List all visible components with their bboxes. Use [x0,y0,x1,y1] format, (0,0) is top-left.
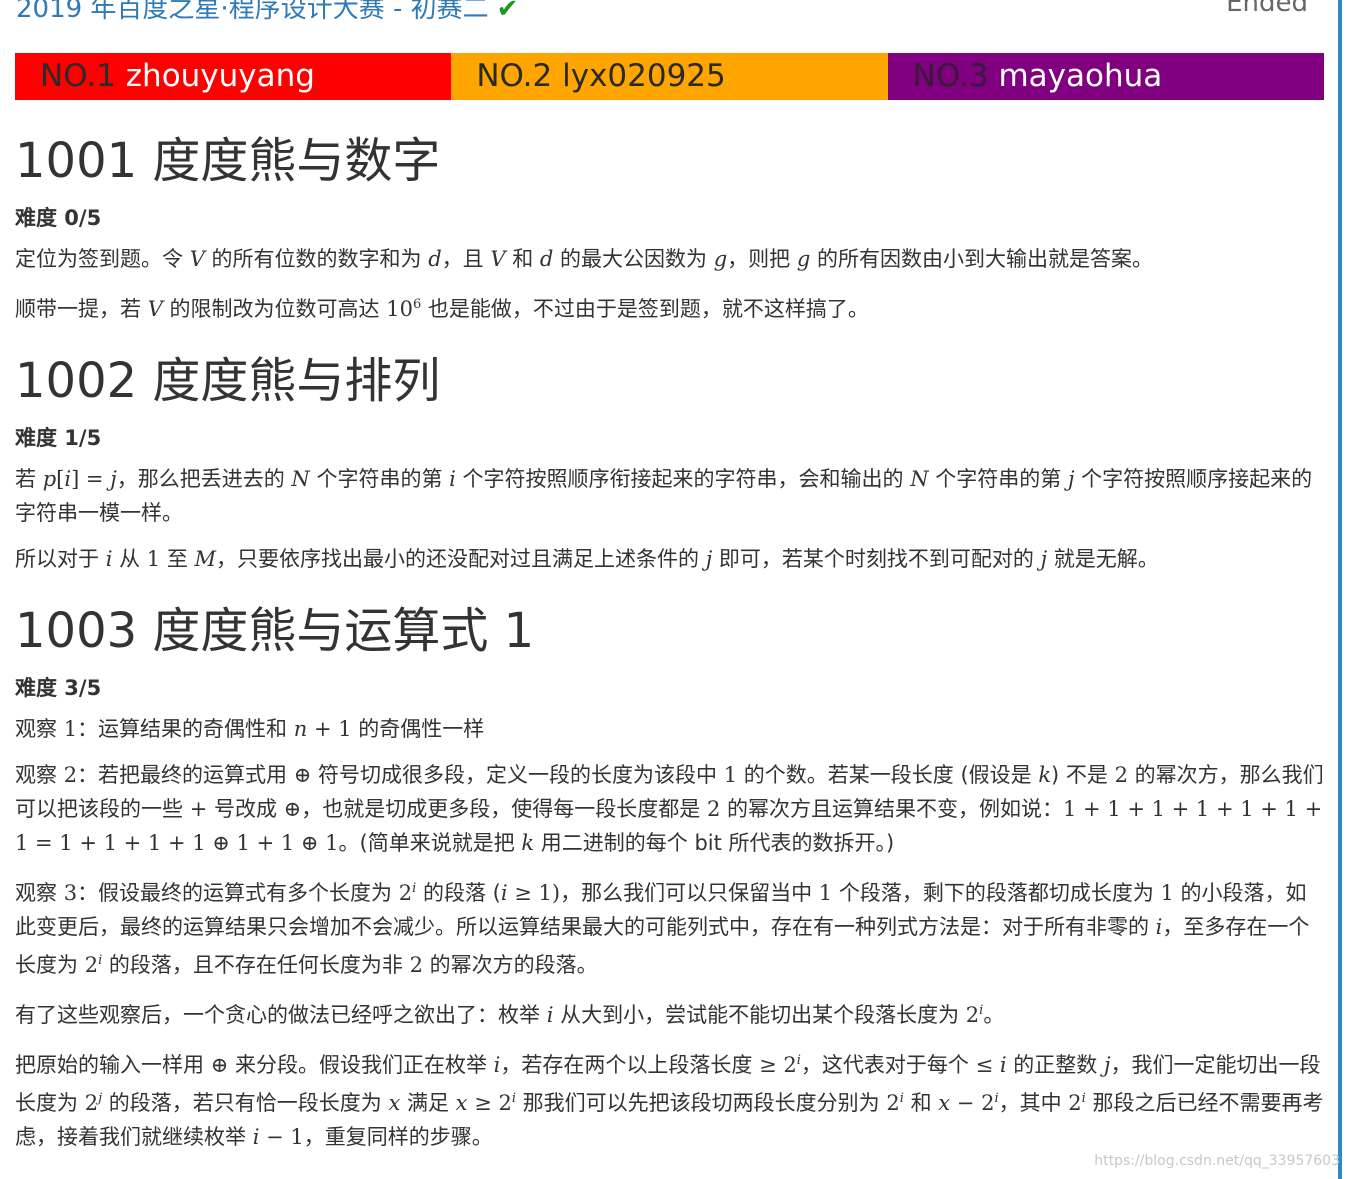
problem-title: 1003 度度熊与运算式 1 [15,603,535,659]
problem-title: 1002 度度熊与排列 [15,353,441,409]
paragraph: 顺带一提，若 V 的限制改为位数可高达 106 也是能做，不过由于是签到题，就不… [15,297,869,321]
paragraph: 所以对于 i 从 1 至 M，只要依序找出最小的还没配对过且满足上述条件的 j … [15,547,1159,571]
article-content: 1001 度度熊与数字 难度 0/5 定位为签到题。令 V 的所有位数的数字和为… [15,128,1325,1166]
paragraph: 把原始的输入一样用 ⊕ 来分段。假设我们正在枚举 i，若存在两个以上段落长度 ≥… [15,1053,1324,1149]
difficulty: 难度 1/5 [15,426,102,450]
rank-second: NO.2 lyx020925 [451,53,888,100]
contest-status: Ended [1226,0,1308,18]
watermark: https://blog.csdn.net/qq_33957603 [1094,1153,1340,1169]
contest-title[interactable]: 2019 年百度之星·程序设计大赛 - 初赛二 ✔ [16,0,518,25]
difficulty: 难度 3/5 [15,676,102,700]
paragraph: 观察 3：假设最终的运算式有多个长度为 2i 的段落 (i ≥ 1)，那么我们可… [15,881,1310,977]
problem-title: 1001 度度熊与数字 [15,133,441,189]
problem-1003: 1003 度度熊与运算式 1 难度 3/5 观察 1：运算结果的奇偶性和 n +… [15,598,1325,1154]
problem-1001: 1001 度度熊与数字 难度 0/5 定位为签到题。令 V 的所有位数的数字和为… [15,128,1325,326]
paragraph: 观察 2：若把最终的运算式用 ⊕ 符号切成很多段，定义一段的长度为该段中 1 的… [15,763,1324,855]
contest-header: 2019 年百度之星·程序设计大赛 - 初赛二 ✔ Ended [16,0,1316,24]
paragraph: 观察 1：运算结果的奇偶性和 n + 1 的奇偶性一样 [15,717,485,741]
rank-third: NO.3 mayaohua [887,53,1324,100]
difficulty: 难度 0/5 [15,206,102,230]
paragraph: 定位为签到题。令 V 的所有位数的数字和为 d，且 V 和 d 的最大公因数为 … [15,247,1153,271]
paragraph: 有了这些观察后，一个贪心的做法已经呼之欲出了：枚举 i 从大到小，尝试能不能切出… [15,1003,1005,1027]
rank-first: NO.1 zhouyuyang [15,53,452,100]
ranking-bar: NO.1 zhouyuyang NO.2 lyx020925 NO.3 maya… [15,53,1324,100]
paragraph: 若 p[i] = j，那么把丢进去的 N 个字符串的第 i 个字符按照顺序衔接起… [15,467,1313,525]
problem-1002: 1002 度度熊与排列 难度 1/5 若 p[i] = j，那么把丢进去的 N … [15,348,1325,576]
check-icon: ✔ [496,0,519,24]
right-border [1338,0,1342,1179]
